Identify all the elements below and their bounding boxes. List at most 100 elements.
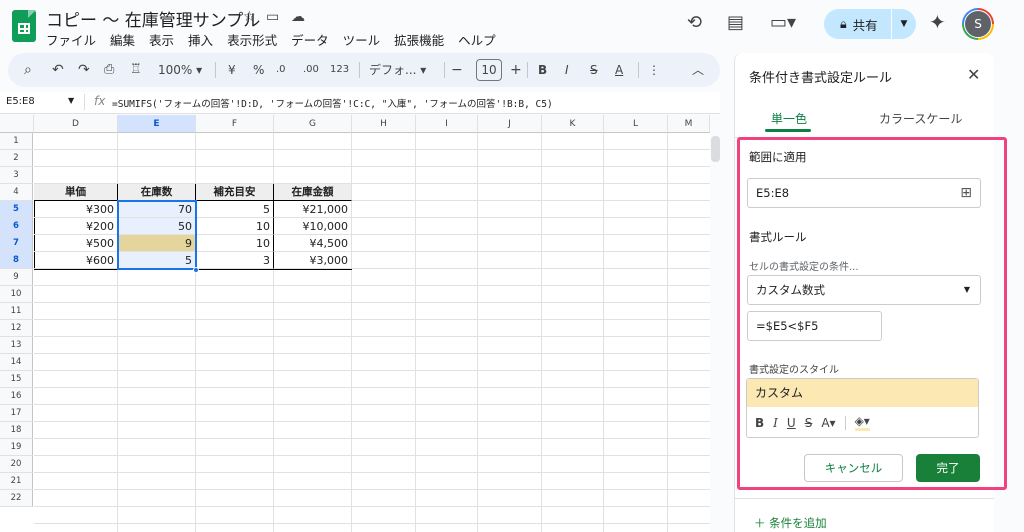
name-box[interactable]: E5:E8: [6, 96, 35, 107]
select-all-corner[interactable]: [0, 115, 34, 133]
close-icon[interactable]: ✕: [967, 65, 980, 84]
row-header[interactable]: 13: [0, 337, 33, 354]
column-header[interactable]: G: [274, 115, 352, 133]
row-header[interactable]: 18: [0, 422, 33, 439]
font-size-decrease-icon[interactable]: −: [451, 53, 463, 87]
table-cell[interactable]: ¥200: [34, 218, 118, 235]
row-header[interactable]: 17: [0, 405, 33, 422]
zoom-select[interactable]: 100% ▾: [158, 53, 202, 87]
row-header[interactable]: 22: [0, 490, 33, 507]
paint-format-icon[interactable]: ♖: [130, 53, 142, 87]
row-header[interactable]: 15: [0, 371, 33, 388]
number-format-button[interactable]: 123: [330, 53, 349, 87]
search-icon[interactable]: ⌕: [24, 53, 32, 87]
share-button[interactable]: 🔒︎ 共有 ▼: [824, 9, 916, 39]
column-header[interactable]: L: [604, 115, 668, 133]
increase-decimal-button[interactable]: .00: [303, 53, 319, 87]
row-header[interactable]: 2: [0, 150, 33, 167]
italic-button[interactable]: I: [565, 53, 569, 87]
strikethrough-button[interactable]: S: [590, 53, 598, 87]
row-header[interactable]: 1: [0, 133, 33, 150]
undo-icon[interactable]: ↶: [52, 53, 64, 87]
tab-color-scale[interactable]: カラースケール: [879, 110, 962, 127]
row-header[interactable]: 11: [0, 303, 33, 320]
sheets-logo-icon[interactable]: [12, 10, 36, 42]
vertical-scrollbar[interactable]: [711, 136, 720, 162]
font-size-input[interactable]: 10: [476, 59, 502, 81]
column-header[interactable]: K: [542, 115, 604, 133]
table-header-cell[interactable]: 在庫数: [118, 184, 196, 201]
font-size-increase-icon[interactable]: +: [510, 53, 522, 87]
spreadsheet-grid[interactable]: D E F G H I J K L M 1 2 3 4 5 6 7 8 9 10…: [0, 115, 710, 532]
column-header[interactable]: F: [196, 115, 274, 133]
table-cell[interactable]: ¥500: [34, 235, 118, 252]
table-header-cell[interactable]: 補充目安: [196, 184, 274, 201]
menu-tools[interactable]: ツール: [343, 30, 381, 49]
row-header[interactable]: 4: [0, 184, 33, 201]
row-header[interactable]: 5: [0, 201, 33, 218]
more-options-icon[interactable]: ⋮: [648, 53, 660, 87]
row-header[interactable]: 8: [0, 252, 33, 269]
menu-view[interactable]: 表示: [149, 30, 174, 49]
table-cell[interactable]: ¥3,000: [274, 252, 352, 269]
text-color-button[interactable]: A: [615, 53, 623, 87]
column-header[interactable]: M: [668, 115, 710, 133]
font-select[interactable]: デフォ... ▾: [369, 53, 426, 87]
menu-help[interactable]: ヘルプ: [458, 30, 496, 49]
avatar[interactable]: S: [962, 8, 994, 40]
row-header[interactable]: 10: [0, 286, 33, 303]
cloud-status-icon[interactable]: ☁: [291, 9, 305, 25]
menu-extensions[interactable]: 拡張機能: [394, 30, 444, 49]
column-header[interactable]: E: [118, 115, 196, 133]
share-dropdown-icon[interactable]: ▼: [892, 19, 916, 29]
table-cell[interactable]: ¥4,500: [274, 235, 352, 252]
print-icon[interactable]: ⎙: [104, 53, 114, 87]
column-header[interactable]: J: [478, 115, 542, 133]
table-header-cell[interactable]: 在庫金額: [274, 184, 352, 201]
row-header[interactable]: 9: [0, 269, 33, 286]
row-header[interactable]: 6: [0, 218, 33, 235]
column-header[interactable]: H: [352, 115, 416, 133]
row-header[interactable]: 14: [0, 354, 33, 371]
name-box-dropdown-icon[interactable]: ▼: [68, 96, 74, 105]
fill-handle[interactable]: [193, 267, 199, 273]
tab-single-color[interactable]: 単一色: [771, 110, 807, 127]
move-folder-icon[interactable]: ▭: [266, 9, 279, 25]
collapse-toolbar-icon[interactable]: ︿: [692, 53, 704, 87]
row-header[interactable]: 19: [0, 439, 33, 456]
menu-insert[interactable]: 挿入: [188, 30, 213, 49]
formula-input[interactable]: =SUMIFS('フォームの回答'!D:D, 'フォームの回答'!C:C, "入…: [112, 96, 553, 110]
table-cell[interactable]: 10: [196, 235, 274, 252]
decrease-decimal-button[interactable]: .0: [276, 53, 286, 87]
menu-format[interactable]: 表示形式: [227, 30, 277, 49]
percent-format-button[interactable]: %: [253, 53, 264, 87]
column-header[interactable]: D: [34, 115, 118, 133]
menu-edit[interactable]: 編集: [110, 30, 135, 49]
gemini-sparkle-icon[interactable]: ✦: [929, 10, 946, 34]
table-cell[interactable]: ¥10,000: [274, 218, 352, 235]
meet-icon[interactable]: ▭▾: [770, 12, 796, 33]
row-header[interactable]: 20: [0, 456, 33, 473]
row-header[interactable]: 12: [0, 320, 33, 337]
column-header[interactable]: I: [416, 115, 478, 133]
currency-format-button[interactable]: ¥: [228, 53, 236, 87]
row-header[interactable]: 16: [0, 388, 33, 405]
row-header[interactable]: 21: [0, 473, 33, 490]
table-cell[interactable]: ¥21,000: [274, 201, 352, 218]
table-cell[interactable]: 10: [196, 218, 274, 235]
bold-button[interactable]: B: [538, 53, 547, 87]
menu-file[interactable]: ファイル: [46, 30, 96, 49]
row-header[interactable]: 7: [0, 235, 33, 252]
document-title[interactable]: コピー 〜 在庫管理サンプル: [46, 6, 260, 31]
table-cell[interactable]: 3: [196, 252, 274, 269]
redo-icon[interactable]: ↷: [78, 53, 90, 87]
add-rule-button[interactable]: ＋ 条件を追加: [754, 515, 827, 531]
comment-icon[interactable]: ▤: [727, 12, 744, 33]
star-icon[interactable]: ☆: [243, 9, 256, 25]
menu-data[interactable]: データ: [291, 30, 329, 49]
history-icon[interactable]: ⟲: [687, 12, 702, 33]
table-cell[interactable]: ¥300: [34, 201, 118, 218]
table-cell[interactable]: ¥600: [34, 252, 118, 269]
table-header-cell[interactable]: 単価: [34, 184, 118, 201]
table-cell[interactable]: 5: [196, 201, 274, 218]
